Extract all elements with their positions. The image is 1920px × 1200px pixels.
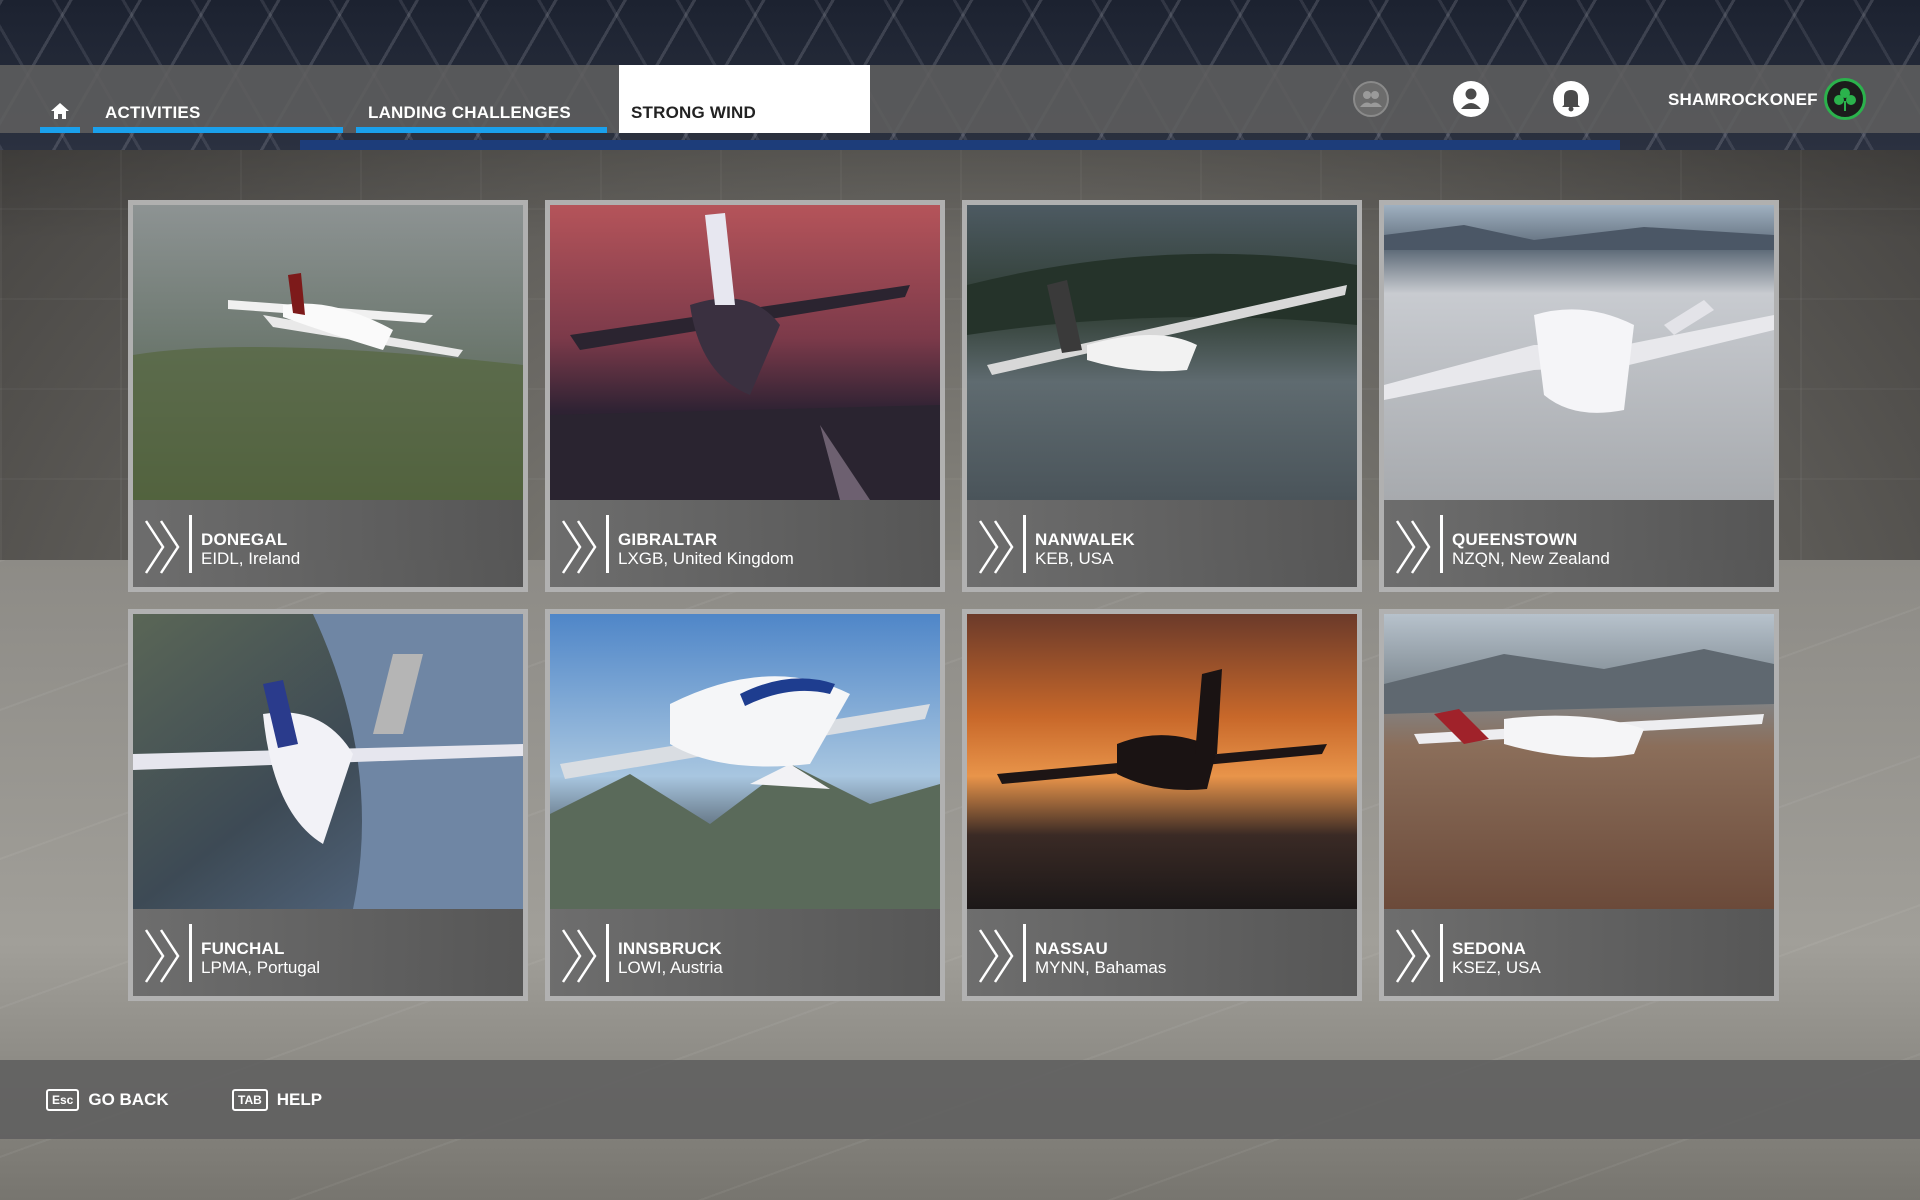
challenge-card-nassau[interactable]: NASSAU MYNN, Bahamas <box>962 609 1362 1001</box>
card-airport: LPMA, Portugal <box>201 958 321 977</box>
breadcrumb-strong-wind[interactable]: STRONG WIND <box>619 65 870 133</box>
card-info: FUNCHAL LPMA, Portugal <box>133 909 523 996</box>
avatar[interactable] <box>1824 78 1866 120</box>
card-info: GIBRALTAR LXGB, United Kingdom <box>550 500 940 587</box>
card-city: QUEENSTOWN <box>1452 530 1578 549</box>
ceiling-beam <box>300 140 1620 150</box>
breadcrumb-strong-wind-label: STRONG WIND <box>631 103 756 122</box>
card-info: NANWALEK KEB, USA <box>967 500 1357 587</box>
challenge-card-nanwalek[interactable]: NANWALEK KEB, USA <box>962 200 1362 592</box>
card-city: NASSAU <box>1035 939 1108 958</box>
friends-icon <box>1353 81 1389 117</box>
bell-icon <box>1553 81 1589 117</box>
divider <box>1023 924 1026 982</box>
nanwalek-photo <box>967 205 1357 500</box>
shamrock-icon <box>1834 88 1856 111</box>
card-airport: EIDL, Ireland <box>201 549 301 568</box>
home-underline <box>40 127 80 133</box>
chevron-right-icon <box>1395 520 1431 574</box>
tab-key-icon: TAB <box>232 1089 268 1111</box>
queenstown-photo <box>1384 205 1774 500</box>
challenge-card-queenstown[interactable]: QUEENSTOWN NZQN, New Zealand <box>1379 200 1779 592</box>
top-nav-bar: ACTIVITIES LANDING CHALLENGES STRONG WIN… <box>0 65 1920 133</box>
card-airport: LOWI, Austria <box>618 958 723 977</box>
innsbruck-photo <box>550 614 940 909</box>
card-info: SEDONA KSEZ, USA <box>1384 909 1774 996</box>
breadcrumb-landing-challenges-label: LANDING CHALLENGES <box>368 103 571 122</box>
divider <box>606 515 609 573</box>
divider <box>606 924 609 982</box>
home-button[interactable] <box>40 65 80 133</box>
card-airport: NZQN, New Zealand <box>1452 549 1610 568</box>
breadcrumb-activities-label: ACTIVITIES <box>105 103 201 122</box>
username[interactable]: SHAMROCKONEF <box>1668 90 1818 110</box>
funchal-photo <box>133 614 523 909</box>
card-airport: LXGB, United Kingdom <box>618 549 794 568</box>
chevron-right-icon <box>561 520 597 574</box>
breadcrumb-landing-challenges[interactable]: LANDING CHALLENGES <box>356 65 607 133</box>
friends-button[interactable] <box>1352 80 1390 118</box>
chevron-right-icon <box>144 929 180 983</box>
card-info: DONEGAL EIDL, Ireland <box>133 500 523 587</box>
chevron-right-icon <box>561 929 597 983</box>
profile-button[interactable] <box>1452 80 1490 118</box>
divider <box>189 924 192 982</box>
home-icon <box>51 103 69 119</box>
sedona-photo <box>1384 614 1774 909</box>
divider <box>1440 515 1443 573</box>
challenge-card-donegal[interactable]: DONEGAL EIDL, Ireland <box>128 200 528 592</box>
go-back-label: GO BACK <box>88 1090 169 1109</box>
divider <box>1440 924 1443 982</box>
chevron-right-icon <box>978 520 1014 574</box>
notifications-button[interactable] <box>1552 80 1590 118</box>
card-info: NASSAU MYNN, Bahamas <box>967 909 1357 996</box>
profile-icon <box>1453 81 1489 117</box>
card-city: SEDONA <box>1452 939 1526 958</box>
card-city: INNSBRUCK <box>618 939 722 958</box>
card-airport: MYNN, Bahamas <box>1035 958 1167 977</box>
activities-underline <box>93 127 343 133</box>
divider <box>189 515 192 573</box>
landing-challenges-underline <box>356 127 607 133</box>
card-airport: KSEZ, USA <box>1452 958 1541 977</box>
card-city: GIBRALTAR <box>618 530 718 549</box>
help-button[interactable]: TAB HELP <box>232 1088 322 1112</box>
challenge-card-sedona[interactable]: SEDONA KSEZ, USA <box>1379 609 1779 1001</box>
card-city: NANWALEK <box>1035 530 1135 549</box>
help-label: HELP <box>276 1090 323 1109</box>
card-airport: KEB, USA <box>1035 549 1114 568</box>
challenge-card-funchal[interactable]: FUNCHAL LPMA, Portugal <box>128 609 528 1001</box>
gibraltar-photo <box>550 205 940 500</box>
chevron-right-icon <box>144 520 180 574</box>
bottom-hint-bar: Esc GO BACK TAB HELP <box>0 1060 1920 1139</box>
esc-key-icon: Esc <box>46 1089 80 1111</box>
card-city: FUNCHAL <box>201 939 285 958</box>
nassau-photo <box>967 614 1357 909</box>
card-info: QUEENSTOWN NZQN, New Zealand <box>1384 500 1774 587</box>
go-back-button[interactable]: Esc GO BACK <box>46 1088 169 1112</box>
chevron-right-icon <box>1395 929 1431 983</box>
challenge-card-gibraltar[interactable]: GIBRALTAR LXGB, United Kingdom <box>545 200 945 592</box>
card-city: DONEGAL <box>201 530 288 549</box>
chevron-right-icon <box>978 929 1014 983</box>
donegal-photo <box>133 205 523 500</box>
divider <box>1023 515 1026 573</box>
challenge-card-innsbruck[interactable]: INNSBRUCK LOWI, Austria <box>545 609 945 1001</box>
card-info: INNSBRUCK LOWI, Austria <box>550 909 940 996</box>
breadcrumb-activities[interactable]: ACTIVITIES <box>93 65 343 133</box>
